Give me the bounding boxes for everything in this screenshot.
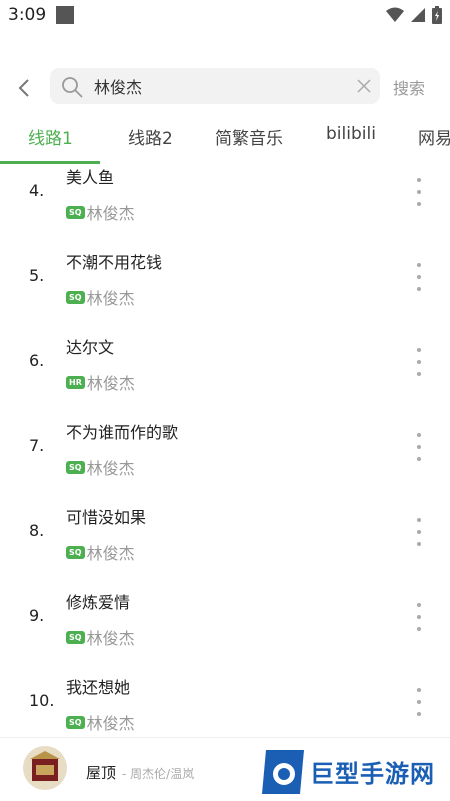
rank-number: 7.	[29, 436, 45, 455]
song-artist: 林俊杰	[86, 459, 135, 478]
list-item[interactable]: 8. 可惜没如果 SQ 林俊杰	[0, 504, 450, 589]
chevron-left-icon	[18, 79, 29, 97]
quality-badge: SQ	[66, 290, 85, 304]
watermark-logo	[262, 750, 304, 794]
signal-icon	[411, 8, 425, 22]
wifi-icon	[386, 7, 404, 22]
tab-netease[interactable]: 网易	[418, 124, 450, 149]
clear-icon[interactable]	[356, 78, 372, 94]
rank-number: 4.	[29, 181, 45, 200]
search-input[interactable]	[94, 68, 344, 104]
song-meta: HR 林俊杰	[66, 370, 135, 394]
tab-route-2[interactable]: 线路2	[128, 124, 173, 149]
quality-badge: HR	[66, 375, 85, 389]
now-playing-artist: - 周杰伦/温岚	[122, 767, 195, 781]
quality-badge: SQ	[66, 715, 85, 729]
quality-badge: SQ	[66, 460, 85, 474]
song-title: 不为谁而作的歌	[66, 423, 179, 442]
status-time: 3:09	[8, 5, 47, 25]
song-meta: SQ 林俊杰	[66, 540, 135, 564]
rank-number: 8.	[29, 521, 45, 540]
song-artist: 林俊杰	[86, 374, 135, 393]
tab-route-1[interactable]: 线路1	[28, 124, 73, 149]
search-icon	[62, 77, 83, 98]
song-meta: SQ 林俊杰	[66, 455, 135, 479]
rank-number: 9.	[29, 606, 45, 625]
search-button[interactable]: 搜索	[393, 75, 425, 99]
search-box[interactable]	[50, 68, 380, 104]
quality-badge: SQ	[66, 630, 85, 644]
more-options-icon[interactable]	[409, 348, 429, 376]
watermark-text: 巨型手游网	[310, 760, 435, 788]
battery-icon	[432, 6, 442, 24]
list-item[interactable]: 6. 达尔文 HR 林俊杰	[0, 334, 450, 419]
search-results-list: 4. 美人鱼 SQ 林俊杰 5. 不潮不用花钱 SQ 林俊杰 6. 达尔文 HR…	[0, 164, 450, 759]
now-playing-title: 屋顶	[86, 764, 117, 782]
song-meta: SQ 林俊杰	[66, 710, 135, 734]
song-artist: 林俊杰	[86, 629, 135, 648]
tab-jianfan-music[interactable]: 简繁音乐	[215, 124, 283, 149]
rank-number: 10.	[29, 691, 55, 710]
song-title: 我还想她	[66, 678, 131, 697]
more-options-icon[interactable]	[409, 603, 429, 631]
song-artist: 林俊杰	[86, 289, 135, 308]
quality-badge: SQ	[66, 545, 85, 559]
site-watermark: 巨型手游网	[260, 748, 450, 798]
rank-number: 5.	[29, 266, 45, 285]
song-meta: SQ 林俊杰	[66, 200, 135, 224]
song-title: 达尔文	[66, 338, 115, 357]
status-bar: 3:09	[0, 0, 450, 32]
tab-bilibili[interactable]: bilibili	[326, 124, 376, 144]
song-artist: 林俊杰	[86, 544, 135, 563]
list-item[interactable]: 5. 不潮不用花钱 SQ 林俊杰	[0, 249, 450, 334]
more-options-icon[interactable]	[409, 688, 429, 716]
more-options-icon[interactable]	[409, 518, 429, 546]
song-title: 可惜没如果	[66, 508, 147, 527]
source-tabs: 线路1 线路2 简繁音乐 bilibili 网易	[0, 118, 450, 164]
song-artist: 林俊杰	[86, 204, 135, 223]
more-options-icon[interactable]	[409, 433, 429, 461]
more-options-icon[interactable]	[409, 263, 429, 291]
quality-badge: SQ	[66, 205, 85, 219]
list-item[interactable]: 9. 修炼爱情 SQ 林俊杰	[0, 589, 450, 674]
song-title: 美人鱼	[66, 168, 115, 187]
song-artist: 林俊杰	[86, 714, 135, 733]
status-icons	[386, 5, 442, 25]
notification-icon	[56, 6, 74, 24]
list-item[interactable]: 4. 美人鱼 SQ 林俊杰	[0, 164, 450, 249]
more-options-icon[interactable]	[409, 178, 429, 206]
list-item[interactable]: 7. 不为谁而作的歌 SQ 林俊杰	[0, 419, 450, 504]
rank-number: 6.	[29, 351, 45, 370]
song-meta: SQ 林俊杰	[66, 285, 135, 309]
album-cover[interactable]	[22, 745, 68, 791]
back-button[interactable]	[12, 74, 36, 102]
song-title: 修炼爱情	[66, 593, 131, 612]
song-title: 不潮不用花钱	[66, 253, 163, 272]
song-meta: SQ 林俊杰	[66, 625, 135, 649]
